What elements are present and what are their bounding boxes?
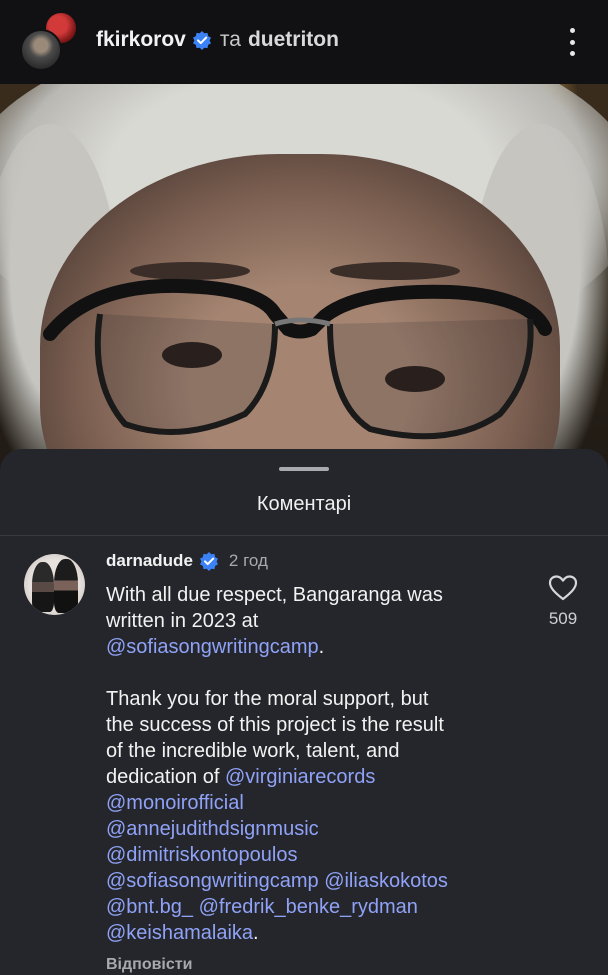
collab-avatars[interactable] bbox=[20, 11, 84, 71]
avatar[interactable] bbox=[24, 554, 85, 615]
comment-line: Thank you for the moral support, but bbox=[106, 686, 536, 712]
mention-link[interactable]: @virginiarecords bbox=[225, 766, 375, 788]
verified-badge-icon bbox=[199, 551, 219, 571]
comment-text-segment: written in 2023 at bbox=[106, 610, 259, 632]
comment-line: @dimitriskontopoulos bbox=[106, 842, 536, 868]
mention-link[interactable]: @monoirofficial bbox=[106, 792, 244, 814]
sheet-title: Коментарі bbox=[256, 493, 352, 515]
more-options-icon[interactable] bbox=[562, 28, 582, 56]
comment-text-segment: the success of this project is the resul… bbox=[106, 714, 444, 736]
video-frame[interactable] bbox=[0, 84, 608, 484]
mention-link[interactable]: @dimitriskontopoulos bbox=[106, 844, 298, 866]
heart-icon[interactable] bbox=[548, 574, 578, 602]
header-collaborator[interactable]: duetriton bbox=[248, 28, 339, 52]
mention-link[interactable]: @iliaskokotos bbox=[324, 870, 448, 892]
comment-text-segment: dedication of bbox=[106, 766, 225, 788]
like-count: 509 bbox=[548, 609, 578, 628]
comment-text-segment: of the incredible work, talent, and bbox=[106, 740, 400, 762]
comment-text-segment: . bbox=[318, 636, 325, 658]
comment-username[interactable]: darnadude bbox=[106, 551, 193, 571]
mention-link[interactable]: @keishamalaika bbox=[106, 922, 253, 944]
comment-header: darnadude 2 год bbox=[106, 551, 268, 571]
mention-link[interactable]: @sofiasongwritingcamp bbox=[106, 636, 319, 658]
avatar[interactable] bbox=[20, 29, 62, 71]
comment-text-segment: Thank you for the moral support, but bbox=[106, 688, 429, 710]
comment-line: @sofiasongwritingcamp. bbox=[106, 634, 536, 660]
post-header: fkirkorov та duetriton bbox=[0, 0, 608, 84]
header-conjunction: та bbox=[219, 28, 241, 51]
mention-link[interactable]: @fredrik_benke_rydman bbox=[199, 896, 418, 918]
mention-link[interactable]: @bnt.bg_ bbox=[106, 896, 193, 918]
comment-text: With all due respect, Bangaranga was writ… bbox=[106, 582, 536, 946]
comment-line: With all due respect, Bangaranga was bbox=[106, 582, 536, 608]
comment-line: of the incredible work, talent, and bbox=[106, 738, 536, 764]
comment-line: @sofiasongwritingcamp @iliaskokotos bbox=[106, 868, 536, 894]
comment-time: 2 год bbox=[228, 551, 268, 570]
header-title: fkirkorov та duetriton bbox=[96, 28, 339, 52]
comment-line: written in 2023 at bbox=[106, 608, 536, 634]
glasses bbox=[43, 278, 552, 440]
comment-line: @bnt.bg_ @fredrik_benke_rydman bbox=[106, 894, 536, 920]
comment-line: @annejudithdsignmusic bbox=[106, 816, 536, 842]
comments-sheet: Коментарі darnadude 2 год With all due r… bbox=[0, 449, 608, 975]
verified-badge-icon bbox=[192, 30, 212, 50]
mention-link[interactable]: @annejudithdsignmusic bbox=[106, 818, 319, 840]
comment-text-segment: . bbox=[253, 922, 259, 944]
comment-line: @keishamalaika. bbox=[106, 920, 536, 946]
comment-line: @monoirofficial bbox=[106, 790, 536, 816]
comment-line bbox=[106, 660, 536, 686]
drag-handle[interactable] bbox=[279, 467, 329, 471]
comment-line: dedication of @virginiarecords bbox=[106, 764, 536, 790]
mention-link[interactable]: @sofiasongwritingcamp bbox=[106, 870, 319, 892]
comment-line: the success of this project is the resul… bbox=[106, 712, 536, 738]
header-username[interactable]: fkirkorov bbox=[96, 28, 186, 52]
divider bbox=[0, 535, 608, 536]
reply-button[interactable]: Відповісти bbox=[106, 956, 192, 974]
comment-text-segment: With all due respect, Bangaranga was bbox=[106, 584, 443, 606]
